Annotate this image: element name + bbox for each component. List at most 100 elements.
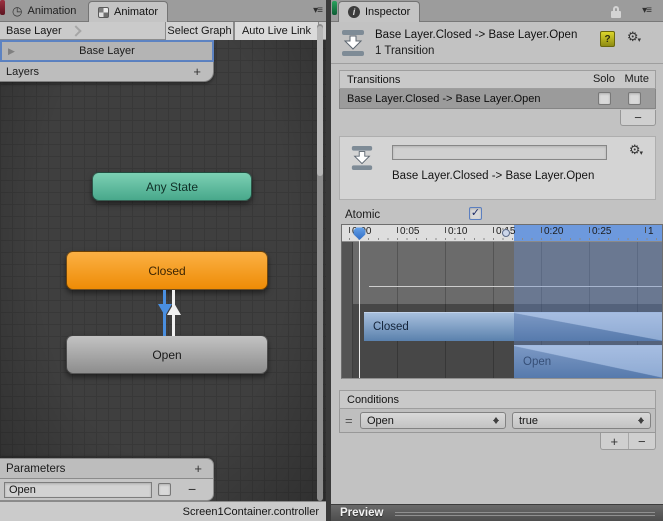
state-node-open[interactable]: Open <box>66 335 268 374</box>
remove-transition-button[interactable]: − <box>620 110 656 126</box>
window-edge-marker-green <box>332 1 337 15</box>
scrollbar-thumb[interactable] <box>317 26 323 176</box>
condition-parameter-dropdown[interactable]: Open <box>360 412 506 429</box>
condition-row: = Open true <box>339 409 656 433</box>
ruler-minor-ticks <box>349 238 662 240</box>
open-label: Open <box>152 347 182 362</box>
header-gear-button[interactable]: ⚙ ▾ <box>627 31 641 44</box>
conditions-section-header: Conditions <box>339 390 656 409</box>
caret-down-icon: ▾ <box>637 37 641 44</box>
remove-parameter-button[interactable]: − <box>188 481 196 497</box>
help-icon[interactable]: ? <box>600 31 615 47</box>
conditions-footer: + − <box>600 433 656 450</box>
breadcrumb-label: Base Layer <box>6 24 62 37</box>
tab-animator[interactable]: Animator <box>88 1 169 22</box>
ruler-tick <box>493 227 494 233</box>
preview-bar[interactable]: Preview <box>331 504 663 521</box>
state-node-closed[interactable]: Closed <box>66 251 268 290</box>
transition-row-label: Base Layer.Closed -> Base Layer.Open <box>347 92 541 105</box>
controller-status-bar: Screen1Container.controller <box>0 501 326 521</box>
solo-checkbox[interactable] <box>598 92 611 105</box>
drag-handle-icon[interactable]: = <box>345 413 353 428</box>
add-condition-button[interactable]: + <box>601 433 628 449</box>
tab-inspector-label: Inspector <box>365 6 411 18</box>
layer-row-base-layer[interactable]: ▶ Base Layer <box>0 40 214 62</box>
check-icon: ✓ <box>470 207 481 219</box>
transition-icon-small <box>351 146 373 170</box>
ruler-tick-label: 0:25 <box>592 226 612 237</box>
tab-inspector[interactable]: i Inspector <box>338 1 421 22</box>
layer-row-label: Base Layer <box>79 45 135 57</box>
any-state-label: Any State <box>145 179 199 194</box>
unity-editor-window: ◷ Animation Animator ▾≡ Base Layer Selec… <box>0 0 663 521</box>
ruler-tick <box>445 227 446 233</box>
ruler-tick-label: 0:20 <box>544 226 564 237</box>
tab-animation[interactable]: ◷ Animation <box>6 0 82 22</box>
transition-arrowhead-up-icon <box>167 303 181 315</box>
breadcrumb[interactable]: Base Layer <box>0 24 82 37</box>
preview-label: Preview <box>340 507 384 519</box>
tab-animation-label: Animation <box>27 5 77 17</box>
inspector-pane-menu-icon[interactable]: ▾≡ <box>642 5 652 16</box>
transition-start-marker[interactable] <box>502 229 510 237</box>
atomic-checkbox[interactable]: ✓ <box>469 207 482 220</box>
transition-title: Base Layer.Closed -> Base Layer.Open <box>375 29 578 41</box>
transition-detail-label: Base Layer.Closed -> Base Layer.Open <box>392 170 595 182</box>
auto-live-link-button[interactable]: Auto Live Link <box>234 22 319 40</box>
conditions-title: Conditions <box>347 393 399 406</box>
ruler-tick-label: 1 <box>648 226 654 237</box>
mute-checkbox[interactable] <box>628 92 641 105</box>
ruler-tick <box>541 227 542 233</box>
controller-path-label: Screen1Container.controller <box>182 505 319 518</box>
ruler-tick-label: 0:05 <box>400 226 420 237</box>
animator-toolbar: Base Layer Select Graph Auto Live Link <box>0 22 326 40</box>
remove-condition-button[interactable]: − <box>629 433 656 449</box>
detail-gear-button[interactable]: ⚙ ▾ <box>629 144 643 157</box>
info-icon: i <box>348 6 360 18</box>
transition-list-row[interactable]: Base Layer.Closed -> Base Layer.Open <box>339 89 656 109</box>
window-edge-marker <box>0 0 5 15</box>
inspector-tab-bar: i Inspector ▾≡ <box>331 0 663 22</box>
parameters-header[interactable]: Parameters + <box>0 458 214 479</box>
animator-tab-bar: ◷ Animation Animator ▾≡ <box>0 0 326 22</box>
playhead-line <box>359 239 360 378</box>
condition-value: true <box>519 414 538 427</box>
clip-closed-label: Closed <box>373 321 409 333</box>
ruler-tick <box>645 227 646 233</box>
select-graph-button[interactable]: Select Graph <box>165 22 234 40</box>
add-parameter-button[interactable]: + <box>194 461 202 476</box>
breadcrumb-chevron-icon <box>69 25 82 37</box>
condition-parameter-value: Open <box>367 414 394 427</box>
layers-header[interactable]: Layers + <box>0 62 214 82</box>
timeline-left-gutter <box>342 242 353 378</box>
animator-icon <box>98 6 109 18</box>
ruler-tick <box>589 227 590 233</box>
transition-timeline[interactable]: Closed Open 0:00 0:05 0:10 <box>341 224 663 379</box>
solo-column-label: Solo <box>592 73 615 85</box>
state-node-any-state[interactable]: Any State <box>92 172 252 201</box>
transition-detail-box: ⚙ ▾ Base Layer.Closed -> Base Layer.Open <box>339 136 656 200</box>
timeline-body: Closed Open <box>342 242 662 378</box>
graph-vertical-scrollbar[interactable] <box>317 24 323 501</box>
animator-panel: ◷ Animation Animator ▾≡ Base Layer Selec… <box>0 0 326 521</box>
parameter-bool-checkbox[interactable] <box>158 483 171 496</box>
ruler-tick <box>397 227 398 233</box>
condition-value-dropdown[interactable]: true <box>512 412 651 429</box>
transitions-section-header: Transitions Solo Mute <box>339 70 656 89</box>
tab-animator-label: Animator <box>114 6 159 18</box>
inspector-header: Base Layer.Closed -> Base Layer.Open 1 T… <box>331 22 663 64</box>
lock-icon[interactable] <box>611 6 621 18</box>
add-layer-button[interactable]: + <box>193 64 201 79</box>
transition-region-highlight[interactable] <box>514 242 662 378</box>
transitions-title: Transitions <box>347 73 401 86</box>
parameter-row: − <box>0 479 214 501</box>
preview-drag-handle[interactable] <box>395 512 655 516</box>
pane-menu-icon[interactable]: ▾≡ <box>313 5 323 16</box>
timeline-ruler[interactable]: 0:00 0:05 0:10 0:15 0:20 0:25 1 <box>342 225 662 242</box>
transition-name-input[interactable] <box>392 145 607 160</box>
transition-count: 1 Transition <box>375 45 435 57</box>
parameter-name-input[interactable] <box>4 482 152 498</box>
transition-icon <box>342 30 364 56</box>
caret-down-icon: ▾ <box>639 150 643 157</box>
clock-icon: ◷ <box>12 4 23 18</box>
